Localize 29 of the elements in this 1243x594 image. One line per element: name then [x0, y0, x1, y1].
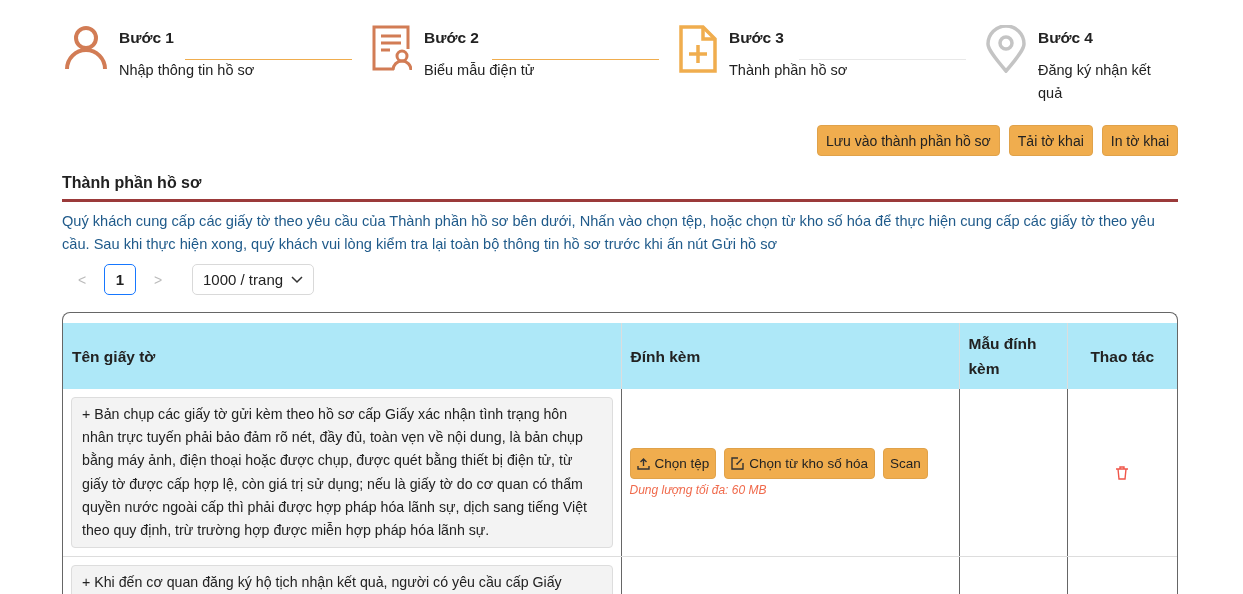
step-title: Bước 2 [424, 29, 480, 47]
column-header: Đính kèm [621, 323, 959, 389]
column-header: Tên giấy tờ [63, 323, 621, 389]
size-limit-note: Dung lượng tối đa: 60 MB [629, 483, 768, 498]
step-label: Thành phần hồ sơ [729, 61, 849, 80]
attach-button[interactable]: Scan [882, 448, 928, 480]
step-title: Bước 3 [729, 29, 785, 47]
column-header: Mẫu đính kèm [959, 323, 1067, 389]
document-name: + Khi đến cơ quan đăng ký hộ tịch nhận kết quả, người có yêu cầu cấp Giấy [71, 565, 613, 594]
step-label: Biểu mẫu điện tử [424, 61, 536, 80]
page-button[interactable]: 1 [104, 264, 136, 295]
action-button[interactable]: In tờ khai [1101, 125, 1178, 156]
edit-box-icon [731, 457, 745, 471]
action-button[interactable]: Lưu vào thành phần hồ sơ [816, 125, 1000, 156]
page-size-select[interactable]: 1000 / trang [192, 264, 315, 295]
step-label: Đăng ký nhận kết quả [1038, 61, 1152, 103]
trash-icon[interactable] [1116, 465, 1129, 480]
step-label: Nhập thông tin hồ sơ [119, 61, 256, 80]
column-header: Thao tác [1067, 323, 1177, 389]
document-name: + Bản chụp các giấy tờ gửi kèm theo hồ sơ cấp Giấy xác nhận tình trạng hôn nhân trực tuyến phải bảo đảm rõ nét, đầy đủ, toàn vẹn về nội dung, là bản chụp bằng máy ảnh, điện thoại hoặc được chụp, được quét bằng thiết bị điện tử, từ giấy tờ được cấp hợp lệ, còn giá trị sử dụng; nếu là giấy tờ do cơ quan có thẩm quyền nước ngoài cấp thì phải được hợp pháp hóa lãnh sự, dịch sang tiếng Việt theo quy định, trừ trường hợp được miễn hợp pháp hóa lãnh sự. [71, 397, 613, 549]
chevron-down-icon [291, 275, 304, 284]
section-title: Thành phần hồ sơ [62, 174, 1178, 202]
step-title: Bước 1 [119, 29, 175, 47]
attach-button[interactable]: Chọn từ kho số hóa [724, 448, 875, 480]
attach-button[interactable]: Chọn tệp [629, 448, 717, 480]
section-description: Quý khách cung cấp các giấy tờ theo yêu cầu của Thành phần hồ sơ bên dưới, Nhấn vào chọn tệp, hoặc chọn từ kho số hóa để thực hiện cung cấp các giấy tờ theo yêu cầu. Sau khi thực hiện xong, quý khách vui lòng kiểm tra lại toàn bộ thông tin hồ sơ trước khi ấn nút Gửi hồ sơ [62, 212, 1156, 254]
upload-icon [636, 457, 650, 470]
step-title: Bước 4 [1038, 29, 1094, 47]
action-button[interactable]: Tải tờ khai [1008, 125, 1093, 156]
